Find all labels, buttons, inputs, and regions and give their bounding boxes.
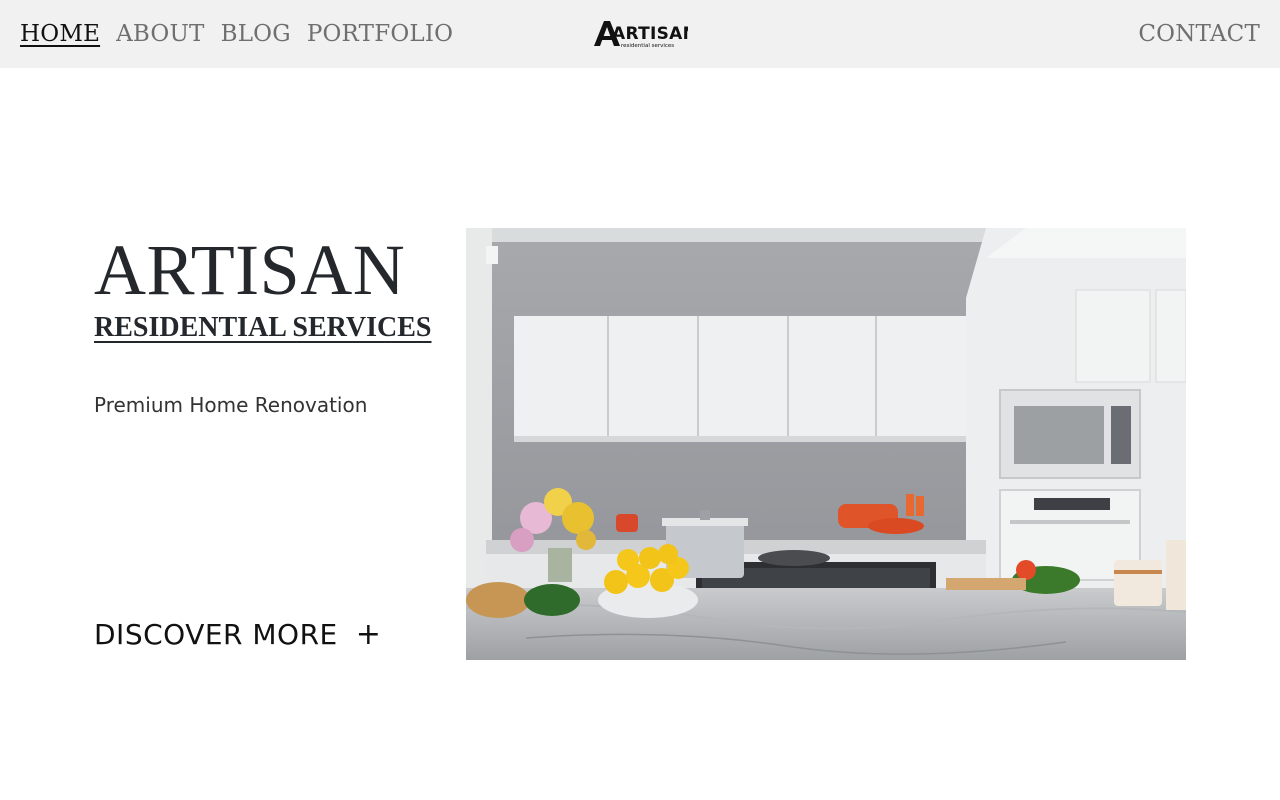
nav-portfolio-link[interactable]: PORTFOLIO (307, 21, 453, 47)
discover-more-button[interactable]: DISCOVER MORE + (94, 618, 381, 651)
kitchen-hero-image (466, 228, 1186, 660)
nav-contact-link[interactable]: CONTACT (1138, 0, 1260, 68)
nav-home-link[interactable]: HOME (20, 21, 100, 47)
hero-subtitle: RESIDENTIAL SERVICES (94, 312, 432, 343)
hero-title: ARTISAN (94, 230, 406, 310)
nav-blog-link[interactable]: BLOG (221, 21, 291, 47)
site-logo[interactable]: ARTISAN residential services (594, 19, 697, 49)
logo-brand-text: ARTISAN (612, 24, 688, 44)
site-header: HOME ABOUT BLOG PORTFOLIO ARTISAN reside… (0, 0, 1280, 68)
artisan-logo-icon: ARTISAN residential services (594, 21, 697, 49)
nav-about-link[interactable]: ABOUT (116, 21, 205, 47)
discover-more-label: DISCOVER MORE (94, 618, 338, 651)
plus-icon: + (355, 616, 381, 652)
hero-tagline: Premium Home Renovation (94, 393, 368, 417)
main-nav: HOME ABOUT BLOG PORTFOLIO (20, 0, 453, 68)
logo-tagline-text: residential services (621, 43, 674, 49)
